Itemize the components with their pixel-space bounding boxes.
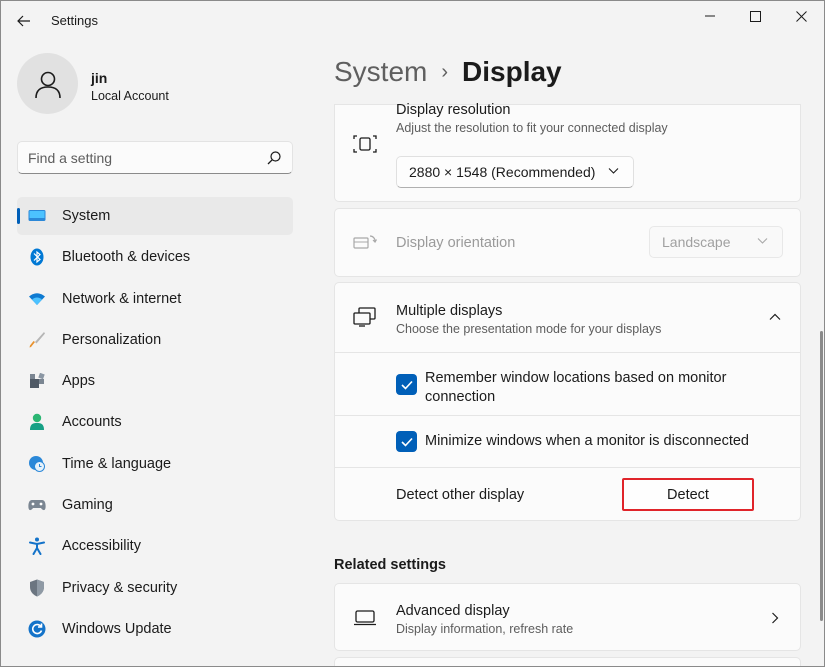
sidebar-item-accessibility[interactable]: Accessibility [17,527,293,565]
sidebar-item-system[interactable]: System [17,197,293,235]
detect-display-row: Detect other display Detect [335,468,800,521]
chevron-right-icon [772,612,779,624]
user-name: jin [91,70,108,86]
sidebar-item-personalization[interactable]: Personalization [17,321,293,359]
close-icon [795,10,807,22]
detect-other-display-label: Detect other display [396,487,525,503]
system-icon [28,207,46,225]
sidebar-item-label: System [62,208,111,224]
sidebar-item-label: Accessibility [62,538,141,555]
page-title: Display [462,56,562,87]
sidebar-item-network[interactable]: Network & internet [17,280,293,318]
back-arrow-icon [17,15,30,27]
checkmark-icon [400,380,413,390]
bluetooth-icon [28,248,46,266]
minimize-button[interactable] [687,1,733,31]
brush-icon [28,331,46,349]
sidebar-item-label: Time & language [62,455,172,472]
sidebar-item-windows-update[interactable]: Windows Update [17,610,293,648]
minimize-windows-checkbox[interactable] [396,431,417,452]
settings-window: Settings jin Local Account Find a settin… [0,0,825,667]
advanced-display-card[interactable]: Advanced display Display information, re… [334,583,801,651]
chevron-down-icon [608,168,619,174]
breadcrumb-parent[interactable]: System [334,56,427,88]
sidebar-item-label: Windows Update [62,620,172,637]
display-resolution-card: Display resolution Adjust the resolution… [334,102,801,202]
next-related-card[interactable] [334,657,801,666]
person-avatar-icon [34,71,61,98]
update-icon [28,620,46,638]
account-type: Local Account [91,89,169,103]
person-icon [28,413,46,431]
chevron-down-icon [757,238,768,244]
maximize-button[interactable] [732,1,778,31]
minimize-windows-label: Minimize windows when a monitor is disco… [425,433,749,449]
display-orientation-card: Display orientation Landscape [334,208,801,277]
detect-button[interactable]: Detect [622,478,754,511]
search-icon[interactable] [266,150,282,166]
sidebar-item-bluetooth[interactable]: Bluetooth & devices [17,238,293,276]
wifi-icon [28,290,46,308]
resolution-dropdown[interactable]: 2880 × 1548 (Recommended) [396,156,634,188]
related-settings-heading: Related settings [334,557,446,573]
resolution-value: 2880 × 1548 (Recommended) [409,164,596,180]
checkmark-icon [400,437,413,447]
multiple-displays-subtitle: Choose the presentation mode for your di… [396,322,662,336]
orientation-icon [353,231,377,255]
advanced-display-subtitle: Display information, refresh rate [396,622,574,636]
apps-icon [28,372,46,390]
multiple-monitors-icon [353,305,377,329]
accessibility-icon [28,537,46,556]
remember-window-locations-label: Remember window locations based on monit… [425,370,727,405]
sidebar-item-label: Apps [62,373,96,390]
sidebar-item-label: Gaming [62,497,113,514]
search-input[interactable] [28,142,258,173]
orientation-value: Landscape [662,234,731,250]
shield-icon [28,579,46,597]
display-resolution-title: Display resolution [396,102,511,118]
monitor-icon [353,606,377,630]
gamepad-icon [28,496,46,514]
sidebar-item-label: Personalization [62,331,162,348]
clock-globe-icon [28,455,46,473]
sidebar-item-accounts[interactable]: Accounts [17,403,293,441]
display-orientation-title: Display orientation [396,235,516,251]
sidebar-item-apps[interactable]: Apps [17,362,293,400]
sidebar-item-label: Privacy & security [62,579,178,596]
sidebar-item-gaming[interactable]: Gaming [17,486,293,524]
minimize-icon [705,15,715,17]
divider [335,415,800,416]
sidebar-item-time-language[interactable]: Time & language [17,445,293,483]
remember-window-locations-checkbox[interactable] [396,374,417,395]
breadcrumb: System › Display [334,56,562,88]
resolution-icon [353,132,377,156]
back-button[interactable] [11,8,37,34]
breadcrumb-separator: › [441,60,449,83]
sidebar-item-label: Network & internet [62,290,182,307]
avatar [17,53,78,114]
divider [335,352,800,353]
sidebar-item-label: Bluetooth & devices [62,249,191,266]
close-button[interactable] [778,1,824,31]
maximize-icon [749,10,761,22]
multiple-displays-card: Multiple displays Choose the presentatio… [334,282,801,521]
search-box [17,141,293,174]
multiple-displays-header[interactable]: Multiple displays Choose the presentatio… [335,283,800,352]
sidebar-nav: System Bluetooth & devices Network & int… [17,197,293,651]
app-title: Settings [51,13,98,28]
sidebar-item-label: Accounts [62,414,122,431]
advanced-display-title: Advanced display [396,603,510,619]
multiple-displays-title: Multiple displays [396,303,503,319]
title-bar: Settings [1,1,824,41]
display-resolution-subtitle: Adjust the resolution to fit your connec… [396,121,668,135]
chevron-up-icon [769,313,781,320]
scrollbar[interactable] [820,331,823,621]
orientation-dropdown[interactable]: Landscape [649,226,783,258]
sidebar-item-privacy-security[interactable]: Privacy & security [17,569,293,607]
